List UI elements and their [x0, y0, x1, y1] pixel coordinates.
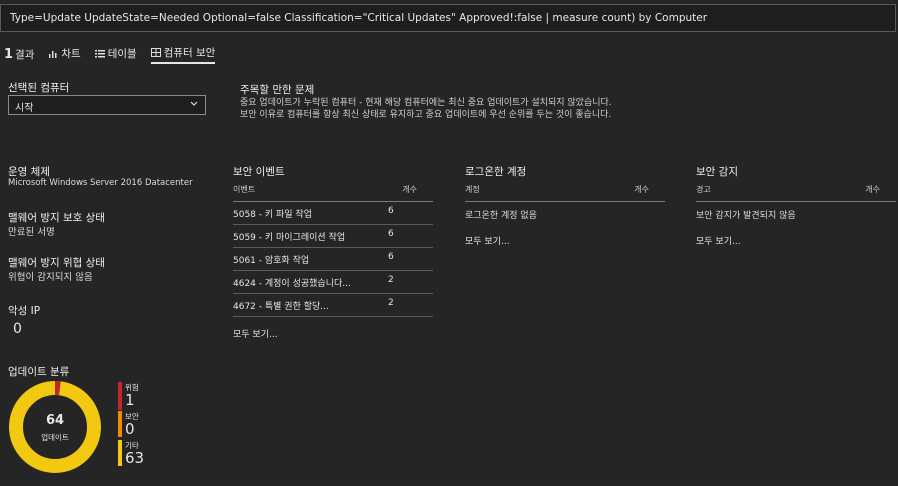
column-count: 개수 [865, 185, 880, 194]
column-event: 이벤트 [233, 185, 256, 194]
table-row[interactable]: 4672 - 특별 권한 할당... 2 [233, 294, 433, 317]
security-events-title: 보안 이벤트 [233, 166, 285, 178]
antimalware-threat-label: 맬웨어 방지 위협 상태 [8, 257, 105, 269]
event-count: 6 [388, 206, 394, 216]
table-row[interactable]: 5061 - 암호화 작업 6 [233, 248, 433, 271]
table-row[interactable]: 4624 - 계정이 성공했습니다... 2 [233, 271, 433, 294]
malicious-ip-label: 악성 IP [8, 305, 41, 317]
tab-table-label: 테이블 [107, 47, 137, 60]
event-name: 5058 - 키 파일 작업 [233, 209, 312, 220]
logged-accounts-empty: 로그온한 계정 없음 [465, 211, 537, 221]
bar-chart-icon [49, 50, 57, 58]
column-account: 계정 [465, 185, 480, 194]
event-name: 4624 - 계정이 성공했습니다... [233, 278, 351, 289]
column-count: 개수 [402, 185, 417, 194]
chevron-down-icon [190, 101, 198, 106]
legend-critical-value: 1 [125, 391, 135, 409]
legend-swatch-other [118, 440, 122, 466]
tab-security-label: 컴퓨터 보안 [163, 46, 216, 59]
malicious-ip-value: 0 [13, 321, 22, 337]
grid-icon [150, 47, 161, 57]
event-count: 6 [388, 229, 394, 239]
result-label: 결과 [15, 48, 35, 61]
table-row[interactable]: 5059 - 키 마이그레이션 작업 6 [233, 225, 433, 248]
tab-chart[interactable]: 차트 [48, 46, 81, 63]
legend-security-value: 0 [125, 420, 135, 438]
security-detection-see-all-link[interactable]: 모두 보기... [696, 234, 741, 247]
security-events-table: 이벤트 개수 5058 - 키 파일 작업 6 5059 - 키 마이그레이션 작… [233, 184, 433, 317]
computer-select-value: 시작 [15, 103, 34, 114]
antimalware-protection-value: 만료된 서명 [8, 227, 55, 238]
security-detection-table: 경고 개수 [696, 184, 896, 202]
tab-table[interactable]: 테이블 [94, 46, 137, 63]
column-alert: 경고 [696, 185, 711, 194]
list-icon [94, 49, 105, 57]
os-value: Microsoft Windows Server 2016 Datacenter [8, 178, 193, 188]
os-label: 운영 체제 [8, 166, 50, 178]
table-header: 계정 개수 [465, 184, 665, 202]
logged-accounts-see-all-link[interactable]: 모두 보기... [465, 234, 510, 247]
update-classification-label: 업데이트 분류 [8, 366, 70, 378]
event-count: 2 [388, 275, 394, 285]
donut-total-label: 업데이트 [41, 433, 69, 442]
security-events-see-all-link[interactable]: 모두 보기... [233, 327, 278, 340]
security-detection-empty: 보안 감지가 발견되지 않음 [696, 211, 796, 221]
antimalware-threat-value: 위협이 감지되지 않음 [8, 272, 93, 283]
notice-line-2: 보안 이유로 컴퓨터를 항상 최신 상태로 유지하고 중요 업데이트에 우선 순… [240, 110, 612, 120]
table-header: 경고 개수 [696, 184, 896, 202]
column-count: 개수 [634, 185, 649, 194]
antimalware-protection-label: 맬웨어 방지 보호 상태 [8, 212, 105, 224]
event-name: 5061 - 암호화 작업 [233, 255, 310, 266]
event-name: 5059 - 키 마이그레이션 작업 [233, 232, 346, 243]
donut-total: 64 [45, 413, 65, 428]
logged-accounts-table: 계정 개수 [465, 184, 665, 202]
legend-swatch-security [118, 411, 122, 437]
event-count: 2 [388, 298, 394, 308]
results-tabs: 1 결과 차트 테이블 컴퓨터 보안 [4, 44, 216, 64]
query-input[interactable]: Type=Update UpdateState=Needed Optional=… [0, 4, 896, 32]
event-name: 4672 - 특별 권한 할당... [233, 301, 329, 312]
selected-computer-label: 선택된 컴퓨터 [8, 82, 70, 94]
table-header: 이벤트 개수 [233, 184, 433, 202]
result-count: 1 [4, 46, 14, 62]
logged-accounts-title: 로그온한 계정 [465, 166, 527, 178]
event-count: 6 [388, 252, 394, 262]
legend-other-value: 63 [125, 449, 145, 467]
tab-security[interactable]: 컴퓨터 보안 [150, 45, 216, 64]
security-detection-title: 보안 감지 [696, 166, 738, 178]
tab-chart-label: 차트 [61, 47, 81, 60]
table-row[interactable]: 5058 - 키 파일 작업 6 [233, 202, 433, 225]
legend-swatch-critical [118, 382, 122, 410]
computer-select[interactable]: 시작 [8, 95, 206, 115]
